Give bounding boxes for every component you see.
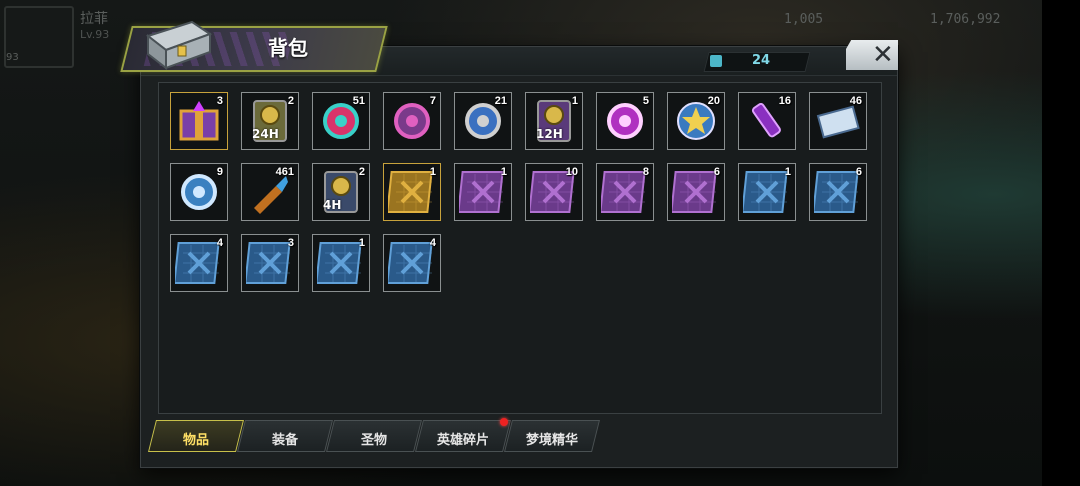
inventory-slot-blue-boots-blueprint[interactable]: 4 bbox=[170, 234, 228, 292]
item-count: 1 bbox=[358, 237, 365, 249]
item-count: 1 bbox=[500, 166, 507, 178]
item-count: 10 bbox=[565, 166, 578, 178]
inventory-slot-cinema-ticket[interactable]: 46 bbox=[809, 92, 867, 150]
item-count: 16 bbox=[778, 95, 791, 107]
item-count: 1 bbox=[571, 95, 578, 107]
item-count: 1 bbox=[429, 166, 436, 178]
item-count: 6 bbox=[713, 166, 720, 178]
chest-icon bbox=[145, 20, 213, 70]
inventory-slot-coin-card-4h[interactable]: 2 4H bbox=[312, 163, 370, 221]
candy-icon bbox=[607, 103, 643, 139]
tab-label[interactable]: 装备 bbox=[241, 429, 329, 448]
inventory-slot-star-badge[interactable]: 20 bbox=[667, 92, 725, 150]
notification-dot-icon bbox=[500, 418, 508, 426]
tab-label[interactable]: 物品 bbox=[152, 429, 240, 448]
shirt-icon bbox=[743, 171, 788, 213]
tab-label[interactable]: 圣物 bbox=[330, 429, 418, 448]
page-title: 背包 bbox=[268, 36, 308, 60]
item-count: 461 bbox=[275, 166, 294, 178]
boots-icon bbox=[601, 171, 646, 213]
item-count: 8 bbox=[642, 166, 649, 178]
tab-label[interactable]: 梦境精华 bbox=[508, 429, 596, 448]
inventory-slot-blue-weapon-blueprint[interactable]: 6 bbox=[809, 163, 867, 221]
inventory-slot-spring-gadget[interactable]: 21 bbox=[454, 92, 512, 150]
currency-gold: 1,706,992 bbox=[930, 12, 1001, 27]
screen-edge-bar bbox=[1042, 0, 1080, 486]
crossed-guns-icon bbox=[814, 171, 859, 213]
pistol-icon bbox=[317, 242, 362, 284]
inventory-slot-purple-candy[interactable]: 5 bbox=[596, 92, 654, 150]
item-count: 1 bbox=[784, 166, 791, 178]
bag-capacity-icon bbox=[710, 55, 722, 67]
item-count: 6 bbox=[855, 166, 862, 178]
player-level: Lv.93 bbox=[80, 28, 110, 41]
item-count: 2 bbox=[358, 166, 365, 178]
hat-icon bbox=[672, 171, 717, 213]
inventory-slot-coin-card-12h[interactable]: 1 12H bbox=[525, 92, 583, 150]
item-duration-label: 12H bbox=[536, 127, 563, 141]
item-count: 4 bbox=[216, 237, 223, 249]
film-reel-icon bbox=[394, 103, 430, 139]
inventory-slot-bullet[interactable]: 461 bbox=[241, 163, 299, 221]
avatar-level: 93 bbox=[6, 52, 19, 63]
item-count: 20 bbox=[707, 95, 720, 107]
boots-icon bbox=[175, 242, 220, 284]
inventory-slot-purple-hat-blueprint[interactable]: 6 bbox=[667, 163, 725, 221]
item-count: 9 bbox=[216, 166, 223, 178]
item-count: 3 bbox=[216, 95, 223, 107]
inventory-slot-film-reel[interactable]: 7 bbox=[383, 92, 441, 150]
item-count: 2 bbox=[287, 95, 294, 107]
inventory-slot-purple-boots-blueprint[interactable]: 8 bbox=[596, 163, 654, 221]
item-count: 51 bbox=[352, 95, 365, 107]
inventory-slot-blue-guns-blueprint[interactable]: 3 bbox=[241, 234, 299, 292]
inventory-slot-blue-pistol-blueprint[interactable]: 1 bbox=[312, 234, 370, 292]
item-duration-label: 4H bbox=[323, 198, 342, 212]
inventory-slot-syringe[interactable]: 16 bbox=[738, 92, 796, 150]
inventory-slot-coin-card-24h[interactable]: 2 24H bbox=[241, 92, 299, 150]
item-count: 21 bbox=[494, 95, 507, 107]
player-name: 拉菲 bbox=[80, 11, 108, 27]
inventory-slot-blue-token[interactable]: 9 bbox=[170, 163, 228, 221]
inventory-slot-blue-shirt-blueprint[interactable]: 1 bbox=[738, 163, 796, 221]
crossed-guns-icon bbox=[388, 171, 433, 213]
hat-icon bbox=[388, 242, 433, 284]
item-count: 46 bbox=[849, 95, 862, 107]
inventory-slot-blue-hat-blueprint[interactable]: 4 bbox=[383, 234, 441, 292]
inventory-slot-gold-weapon-blueprint[interactable]: 1 bbox=[383, 163, 441, 221]
item-duration-label: 24H bbox=[252, 127, 279, 141]
item-count: 5 bbox=[642, 95, 649, 107]
inventory-slot-lucky-box[interactable]: 3 bbox=[170, 92, 228, 150]
box-icon bbox=[179, 101, 219, 141]
inventory-slot-purple-shirt-blueprint[interactable]: 10 bbox=[525, 163, 583, 221]
item-count: 7 bbox=[429, 95, 436, 107]
item-count: 4 bbox=[429, 237, 436, 249]
crossed-guns-icon bbox=[246, 242, 291, 284]
tab-label[interactable]: 英雄碎片 bbox=[419, 429, 507, 448]
item-count: 3 bbox=[287, 237, 294, 249]
currency-gems: 1,005 bbox=[784, 12, 824, 27]
inventory-slot-purple-weapon-blueprint[interactable]: 1 bbox=[454, 163, 512, 221]
capacity-value: 24 bbox=[752, 53, 771, 68]
close-icon[interactable]: ✕ bbox=[872, 41, 894, 69]
crossed-guns-icon bbox=[459, 171, 504, 213]
token-icon bbox=[181, 174, 217, 210]
inventory-slot-energy-candy[interactable]: 51 bbox=[312, 92, 370, 150]
